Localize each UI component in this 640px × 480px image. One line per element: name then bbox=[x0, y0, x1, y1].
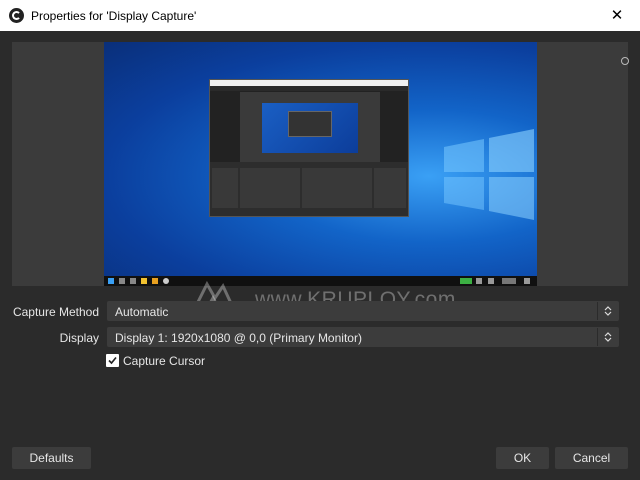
obs-thumb-canvas bbox=[240, 92, 380, 162]
display-value: Display 1: 1920x1080 @ 0,0 (Primary Moni… bbox=[115, 331, 362, 345]
notification-icon bbox=[524, 278, 530, 284]
obs-window-thumbnail bbox=[209, 79, 409, 217]
defaults-button[interactable]: Defaults bbox=[12, 447, 91, 469]
capture-method-select[interactable]: Automatic bbox=[107, 301, 619, 321]
obs-thumb-inner-preview bbox=[262, 103, 358, 153]
clock-icon bbox=[502, 278, 516, 284]
search-icon bbox=[119, 278, 125, 284]
updown-arrows-icon bbox=[597, 302, 618, 320]
cancel-button[interactable]: Cancel bbox=[555, 447, 628, 469]
obs-taskbar-icon bbox=[163, 278, 169, 284]
window-title: Properties for 'Display Capture' bbox=[31, 9, 197, 23]
title-bar: Properties for 'Display Capture' ✕ bbox=[0, 0, 640, 31]
windows-logo-icon bbox=[444, 129, 534, 220]
obs-thumb-dock-mixer bbox=[302, 168, 372, 208]
capture-method-label: Capture Method bbox=[12, 305, 99, 319]
task-view-icon bbox=[130, 278, 136, 284]
display-select[interactable]: Display 1: 1920x1080 @ 0,0 (Primary Moni… bbox=[107, 327, 619, 347]
obs-thumb-dock-sources bbox=[240, 168, 300, 208]
volume-icon bbox=[488, 278, 494, 284]
obs-thumb-inner-window bbox=[288, 111, 332, 137]
display-label: Display bbox=[59, 331, 99, 345]
display-preview bbox=[104, 42, 537, 286]
ok-button[interactable]: OK bbox=[496, 447, 549, 469]
updown-arrows-icon bbox=[597, 328, 618, 346]
obs-thumb-dock-controls bbox=[374, 168, 406, 208]
obs-thumb-dock-scenes bbox=[212, 168, 238, 208]
close-button[interactable]: ✕ bbox=[594, 0, 640, 31]
folder-icon bbox=[141, 278, 147, 284]
preview-handle-icon bbox=[621, 57, 629, 65]
capture-cursor-label: Capture Cursor bbox=[123, 354, 206, 368]
obs-icon bbox=[9, 8, 24, 23]
start-icon bbox=[108, 278, 114, 284]
obs-thumb-menubar bbox=[210, 86, 408, 91]
checkbox-checked-icon[interactable] bbox=[106, 354, 119, 367]
chrome-icon bbox=[152, 278, 158, 284]
capture-method-value: Automatic bbox=[115, 305, 169, 319]
